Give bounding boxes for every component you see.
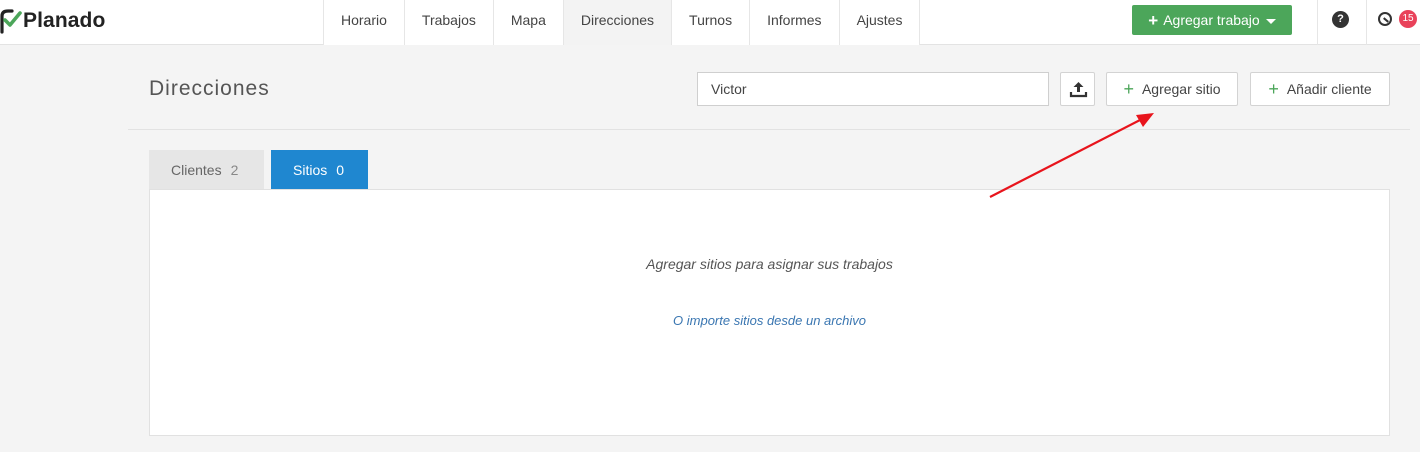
tab-label: Clientes <box>171 161 222 178</box>
add-client-button[interactable]: + Añadir cliente <box>1250 72 1390 106</box>
arrow-shaft <box>989 118 1143 198</box>
upload-icon <box>1069 82 1088 98</box>
tab-count: 2 <box>230 161 239 178</box>
tab-count: 0 <box>336 161 345 178</box>
divider <box>1366 0 1367 45</box>
plus-icon: + <box>1123 79 1134 99</box>
plus-icon: + <box>1268 79 1279 99</box>
nav-item-direcciones[interactable]: Direcciones <box>563 0 673 45</box>
tab-clientes[interactable]: Clientes 2 <box>149 150 264 189</box>
empty-state-message: Agregar sitios para asignar sus trabajos <box>646 256 893 272</box>
sites-panel: Agregar sitios para asignar sus trabajos… <box>149 189 1390 436</box>
page-title: Direcciones <box>149 77 270 100</box>
add-job-button[interactable]: + Agregar trabajo <box>1132 5 1292 35</box>
add-site-button[interactable]: + Agregar sitio <box>1106 72 1238 106</box>
header-divider <box>128 129 1410 130</box>
import-sites-link[interactable]: O importe sitios desde un archivo <box>150 313 1389 328</box>
add-site-label: Agregar sitio <box>1141 81 1221 97</box>
app-name: Planado <box>23 9 106 32</box>
question-circle-icon[interactable]: ? <box>1332 11 1349 28</box>
nav-item-trabajos[interactable]: Trabajos <box>404 0 494 45</box>
notification-count-badge[interactable]: 15 <box>1399 10 1417 28</box>
nav-item-turnos[interactable]: Turnos <box>672 0 751 45</box>
caret-down-icon <box>1265 19 1276 24</box>
tab-label: Sitios <box>293 161 328 178</box>
planado-logo-icon <box>0 9 22 34</box>
plus-icon: + <box>1148 10 1159 30</box>
arrow-head <box>1136 113 1154 127</box>
planado-logo[interactable]: Planado <box>0 6 105 36</box>
nav-item-horario[interactable]: Horario <box>324 0 405 45</box>
nav-item-mapa[interactable]: Mapa <box>493 0 564 45</box>
nav-item-informes[interactable]: Informes <box>750 0 840 45</box>
tab-sitios[interactable]: Sitios 0 <box>271 150 368 189</box>
add-client-label: Añadir cliente <box>1286 81 1372 97</box>
clock-icon[interactable] <box>1378 12 1392 26</box>
divider <box>1317 0 1318 45</box>
top-navigation-bar: Planado Horario Trabajos Mapa Direccione… <box>0 0 1420 45</box>
nav-item-ajustes[interactable]: Ajustes <box>839 0 921 45</box>
main-nav: Horario Trabajos Mapa Direcciones Turnos… <box>323 0 921 45</box>
upload-button[interactable] <box>1060 72 1095 106</box>
add-job-label: Agregar trabajo <box>1163 12 1260 28</box>
search-input[interactable] <box>697 72 1049 106</box>
